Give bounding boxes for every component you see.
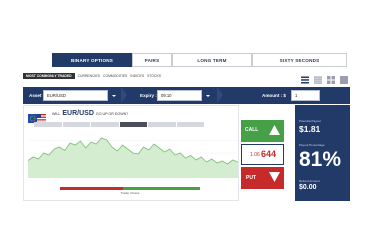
payout-label: Potential Payout — [299, 119, 321, 123]
range-button-active[interactable] — [119, 122, 147, 127]
chart-area — [28, 138, 238, 178]
list-view-icon[interactable] — [301, 71, 309, 84]
amount-label: Amount : $ — [262, 93, 286, 98]
arrow-up-icon — [269, 125, 280, 135]
compact-view-icon[interactable] — [314, 71, 322, 84]
price-chart — [28, 137, 238, 178]
filter-stocks[interactable]: STOCKS — [147, 74, 161, 78]
amount-value: 1 — [295, 93, 298, 98]
refund-label: Refund Amount — [299, 179, 320, 183]
put-button[interactable]: PUT — [241, 167, 284, 189]
grid-view-icon[interactable] — [327, 71, 335, 84]
tab-sixty-seconds[interactable]: SIXTY SECONDS — [252, 53, 347, 67]
sentiment-bar — [60, 187, 200, 190]
expiry-select[interactable]: 09:10 — [157, 90, 202, 101]
payout-value: $1.81 — [299, 124, 321, 134]
range-button[interactable] — [62, 122, 90, 127]
filter-most-traded[interactable]: MOST COMMONLY TRADED — [23, 73, 75, 79]
current-price: 1.06 644 — [241, 144, 284, 165]
asset-dropdown-icon[interactable] — [110, 90, 118, 101]
asset-select[interactable]: EUR/USD — [43, 90, 108, 101]
chart-x-axis — [30, 179, 230, 184]
arrow-down-icon — [269, 172, 280, 182]
filter-commodities[interactable]: COMMODITIES — [103, 74, 127, 78]
market-filter-nav: MOST COMMONLY TRADED CURRENCIES COMMODIT… — [23, 72, 243, 80]
sentiment-call-fill — [123, 187, 200, 190]
payout-percent-value: 81% — [299, 148, 342, 171]
sentiment-labels: Trader Choice — [60, 191, 200, 196]
asset-value: EUR/USD — [47, 93, 66, 98]
range-button[interactable] — [148, 122, 176, 127]
tab-pairs[interactable]: PAIRS — [132, 53, 172, 67]
put-label: PUT — [246, 175, 256, 181]
bar-separator-1 — [121, 87, 127, 103]
payout-percent-label: Payout Percentage — [299, 143, 325, 147]
sentiment-center-label: Trader Choice — [120, 191, 140, 195]
call-label: CALL — [245, 127, 259, 133]
range-button[interactable] — [91, 122, 119, 127]
expiry-label: Expiry : — [140, 93, 157, 98]
call-button[interactable]: CALL — [241, 120, 284, 142]
range-button[interactable] — [34, 122, 62, 127]
expiry-dropdown-icon[interactable] — [204, 90, 212, 101]
eur-usd-flag-icon — [28, 110, 46, 123]
tile-view-icon[interactable] — [340, 71, 348, 84]
expiry-value: 09:10 — [161, 93, 172, 98]
chart-range-selector — [34, 122, 204, 127]
price-prefix: 1.06 — [250, 152, 260, 158]
tab-long-term[interactable]: LONG TERM — [172, 53, 252, 67]
question-suffix: GO UP OR DOWN? — [95, 112, 129, 116]
amount-input[interactable]: 1 — [291, 90, 320, 101]
filter-indices[interactable]: INDICES — [130, 74, 144, 78]
tab-binary-options[interactable]: BINARY OPTIONS — [52, 53, 132, 67]
trade-question: WILL EUR/USD GO UP OR DOWN? — [52, 110, 172, 119]
price-main: 644 — [261, 149, 277, 159]
bar-separator-2 — [217, 87, 223, 103]
filter-currencies[interactable]: CURRENCIES — [78, 74, 100, 78]
question-prefix: WILL — [52, 112, 61, 116]
question-pair: EUR/USD — [62, 110, 94, 117]
refund-value: $0.00 — [299, 184, 317, 191]
range-button[interactable] — [176, 122, 204, 127]
